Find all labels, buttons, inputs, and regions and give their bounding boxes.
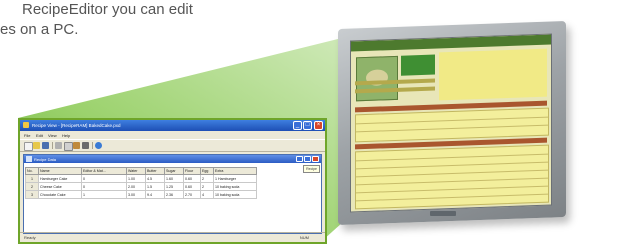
tooltip: Recipe	[303, 165, 320, 173]
panel-pc-device	[338, 21, 566, 225]
screen-green-button	[401, 54, 435, 76]
table-cell[interactable]: 1.60	[164, 174, 184, 183]
table-cell[interactable]: 10 baking soda	[213, 190, 257, 199]
document-icon	[26, 156, 32, 162]
new-icon[interactable]	[24, 142, 33, 151]
table-cell[interactable]: 9.4	[145, 190, 165, 199]
num-lock-indicator: NUM	[299, 235, 309, 240]
table-cell[interactable]: 1.25	[164, 182, 184, 191]
table-cell[interactable]: 1 Hamburger	[213, 174, 257, 183]
table-row[interactable]: 2 Cheese Cake 0 2.00 1.5 1.25 0.60 2 10 …	[25, 182, 257, 191]
open-icon[interactable]	[33, 142, 40, 149]
recipe-data-title: Recipe Data	[34, 157, 57, 162]
menu-help[interactable]: Help	[62, 133, 70, 138]
table-cell[interactable]: 0	[81, 182, 127, 191]
table-cell[interactable]: 4	[200, 190, 214, 199]
recipe-table: No. Name Editor & Mat... Water Butter Su…	[25, 167, 257, 199]
table-cell[interactable]: 0	[81, 174, 127, 183]
app-icon	[23, 122, 29, 128]
screen-info-panel	[439, 48, 547, 101]
minimize-icon[interactable]: _	[293, 121, 302, 130]
toolbar-separator	[52, 142, 53, 149]
screen-table-top	[355, 107, 549, 143]
help-icon[interactable]	[95, 142, 102, 149]
table-cell[interactable]: 2	[25, 182, 39, 191]
table-cell[interactable]: 1	[25, 174, 39, 183]
headline-line-1: RecipeEditor you can edit	[22, 1, 193, 18]
column-header[interactable]: Butter	[145, 167, 165, 175]
table-cell[interactable]: 2	[200, 174, 214, 183]
column-header[interactable]: Name	[38, 167, 82, 175]
cake-image	[356, 55, 398, 102]
column-header[interactable]: Editor & Mat...	[81, 167, 127, 175]
print-icon[interactable]	[82, 142, 89, 149]
column-header[interactable]: Flour	[183, 167, 201, 175]
recipe-editor-window: Recipe View - [RecipeRAM] BakedCake.pxd …	[18, 118, 327, 244]
table-cell[interactable]: 1.00	[126, 174, 146, 183]
table-cell[interactable]: 10 baking soda	[213, 182, 257, 191]
status-bar: Ready NUM	[20, 232, 325, 242]
child-close-icon[interactable]	[312, 156, 319, 162]
column-header[interactable]: Sugar	[164, 167, 184, 175]
table-cell[interactable]: 3.00	[126, 190, 146, 199]
device-screen	[350, 33, 552, 213]
toolbar	[20, 139, 325, 152]
headline-line-2: es on a PC.	[0, 21, 79, 38]
menu-bar: File Edit View Help	[20, 131, 325, 139]
child-maximize-icon[interactable]	[304, 156, 311, 162]
table-cell[interactable]: Hamburger Cake	[38, 174, 82, 183]
table-cell[interactable]: 0.60	[183, 174, 201, 183]
menu-edit[interactable]: Edit	[36, 133, 43, 138]
table-row[interactable]: 1 Hamburger Cake 0 1.00 4.5 1.60 0.60 2 …	[25, 174, 257, 183]
brand-logo	[430, 211, 456, 216]
maximize-icon[interactable]: □	[303, 121, 312, 130]
table-cell[interactable]: 2.36	[164, 190, 184, 199]
table-cell[interactable]: 3	[25, 190, 39, 199]
toolbar-separator	[92, 142, 93, 149]
table-cell[interactable]: 0.60	[183, 182, 201, 191]
recipe-data-window: Recipe Data Recipe No. Name Editor & Mat…	[23, 154, 322, 234]
table-cell[interactable]: 2.70	[183, 190, 201, 199]
table-cell[interactable]: 1.5	[145, 182, 165, 191]
close-icon[interactable]: ×	[314, 121, 323, 130]
screen-table-bottom	[355, 144, 549, 210]
menu-file[interactable]: File	[24, 133, 30, 138]
menu-view[interactable]: View	[48, 133, 57, 138]
window-title: Recipe View - [RecipeRAM] BakedCake.pxd	[32, 123, 121, 128]
recipe-data-title-bar[interactable]: Recipe Data	[24, 155, 321, 163]
table-cell[interactable]: Cheese Cake	[38, 182, 82, 191]
status-text: Ready	[24, 235, 36, 240]
column-header[interactable]: Egg	[200, 167, 214, 175]
column-header[interactable]: Extra	[213, 167, 257, 175]
table-cell[interactable]: 1	[81, 190, 127, 199]
cut-icon[interactable]	[55, 142, 62, 149]
paste-icon[interactable]	[73, 142, 80, 149]
table-row[interactable]: 3 Chocolate Cake 1 3.00 9.4 2.36 2.70 4 …	[25, 190, 257, 199]
table-cell[interactable]: 2.00	[126, 182, 146, 191]
child-minimize-icon[interactable]	[296, 156, 303, 162]
copy-icon[interactable]	[64, 142, 73, 151]
save-icon[interactable]	[42, 142, 49, 149]
title-bar[interactable]: Recipe View - [RecipeRAM] BakedCake.pxd …	[20, 120, 325, 131]
table-cell[interactable]: 4.5	[145, 174, 165, 183]
table-cell[interactable]: 2	[200, 182, 214, 191]
column-header[interactable]: Water	[126, 167, 146, 175]
column-header[interactable]: No.	[25, 167, 39, 175]
table-cell[interactable]: Chocolate Cake	[38, 190, 82, 199]
